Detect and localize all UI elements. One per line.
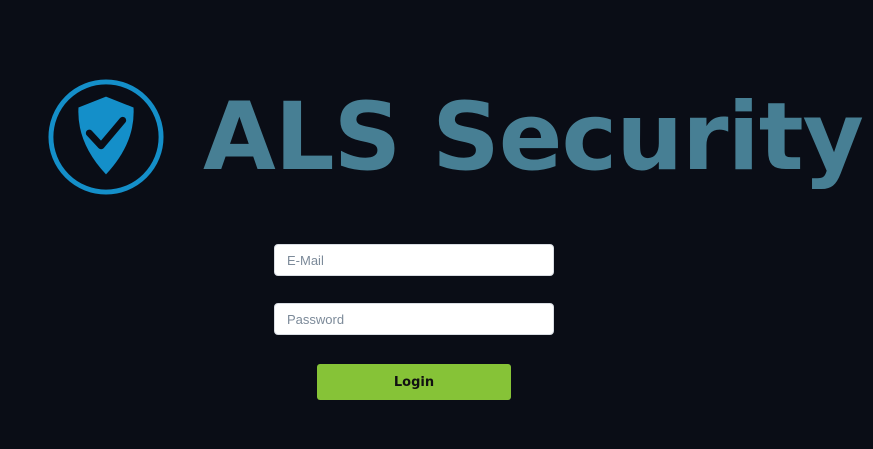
password-field[interactable] [274,303,554,335]
email-field[interactable] [274,244,554,276]
login-button[interactable]: Login [317,364,511,400]
login-form: Login [0,0,873,449]
